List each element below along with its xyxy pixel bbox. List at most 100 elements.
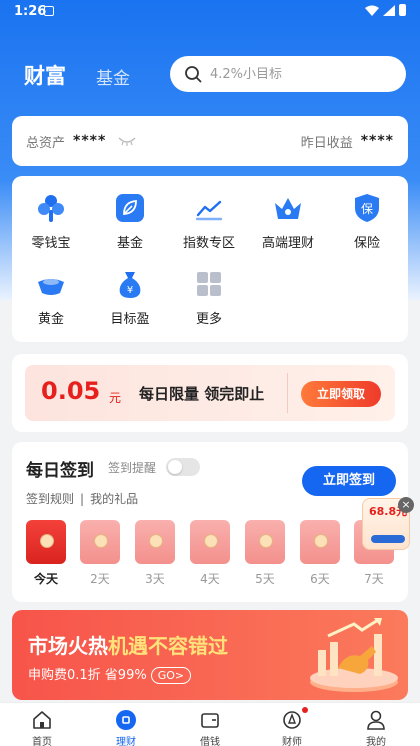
menu-item-label: 零钱宝 [31, 236, 71, 251]
yesterday-label: 昨日收益 [300, 135, 353, 151]
menu-item-label: 目标盈 [110, 312, 150, 327]
tab-borrow[interactable]: 借钱 [180, 709, 240, 746]
red-envelope-icon [80, 520, 120, 564]
bull-chart-illustration [310, 618, 398, 692]
assets-card: 总资产 **** 昨日收益 **** [12, 116, 408, 166]
red-envelope-icon [190, 520, 230, 564]
tab-label: 我的 [366, 737, 386, 746]
banner-go-button[interactable]: GO> [150, 667, 192, 684]
wifi-icon [365, 5, 379, 16]
tab-advisor[interactable]: 财师 [262, 707, 322, 746]
product-menu: 零钱宝 基金 指数专区 高端理财 保 保险 黄金 ¥ 目标盈 更多 [12, 176, 408, 342]
tab-fund[interactable]: 基金 [96, 64, 130, 89]
tab-wealth[interactable]: 财富 [24, 60, 66, 90]
close-icon[interactable]: × [398, 497, 414, 513]
crown-icon [275, 198, 301, 219]
wallet-icon [201, 713, 219, 728]
menu-item-more[interactable]: 更多 [170, 268, 248, 327]
menu-item-label: 更多 [195, 312, 222, 327]
checkin-day: 6天 [300, 520, 340, 587]
clover-icon [38, 195, 64, 222]
checkin-rules-link[interactable]: 签到规则 [26, 492, 74, 506]
shield-icon: 保 [355, 194, 379, 222]
banner-title-highlight: 机遇不容错过 [108, 634, 228, 658]
red-envelope-icon [300, 520, 340, 564]
search-input[interactable] [210, 66, 390, 82]
tab-label: 首页 [32, 737, 52, 746]
svg-text:¥: ¥ [127, 285, 133, 296]
tab-wealth-active[interactable]: 理财 [96, 709, 156, 746]
day-label: 2天 [90, 572, 110, 586]
day-label: 5天 [255, 572, 275, 586]
coupon-text: 每日限量 领完即止 [139, 385, 265, 403]
tab-label: 借钱 [200, 737, 220, 746]
menu-item-label: 保险 [353, 236, 380, 251]
menu-item-label: 基金 [116, 236, 143, 251]
menu-item-premium[interactable]: 高端理财 [249, 192, 327, 251]
menu-item-index[interactable]: 指数专区 [170, 192, 248, 251]
coupon-banner[interactable]: 0.05 元 每日限量 领完即止 立即领取 [25, 365, 395, 421]
banner-subtitle: 申购费0.1折 省99% GO> [28, 664, 192, 684]
red-envelope-icon [245, 520, 285, 564]
menu-item-target[interactable]: ¥ 目标盈 [91, 268, 169, 327]
daily-checkin-card: 每日签到 签到提醒 签到规则 | 我的礼品 立即签到 今天 2天 3天 4天 5天 … [12, 442, 408, 602]
claim-button[interactable]: 立即领取 [301, 381, 381, 407]
tab-home[interactable]: 首页 [12, 709, 72, 746]
grid-icon [197, 272, 221, 296]
bottom-tab-bar: 首页 理财 借钱 财师 我的 [0, 702, 420, 746]
sim-icon [44, 6, 54, 16]
coupon-unit: 元 [109, 391, 122, 405]
tab-label: 财师 [282, 737, 302, 746]
status-bar: 1:26 [0, 0, 420, 22]
checkin-day: 5天 [245, 520, 285, 587]
market-banner[interactable]: 市场火热机遇不容错过 申购费0.1折 省99% GO> [12, 610, 408, 700]
banner-title-main: 市场火热 [28, 634, 108, 658]
checkin-day: 3天 [135, 520, 175, 587]
gold-ingot-icon [38, 279, 64, 295]
day-label: 7天 [364, 572, 384, 586]
menu-item-insurance[interactable]: 保 保险 [328, 192, 406, 251]
checkin-day: 4天 [190, 520, 230, 587]
status-time: 1:26 [14, 4, 47, 19]
day-label: 3天 [145, 572, 165, 586]
battery-icon [399, 4, 406, 16]
red-envelope-icon [135, 520, 175, 564]
coupon-divider [287, 373, 288, 413]
day-label: 6天 [310, 572, 330, 586]
checkin-day: 今天 [26, 520, 66, 587]
link-divider: | [80, 492, 85, 506]
home-icon [33, 711, 51, 729]
wealth-icon [116, 710, 136, 730]
banner-title: 市场火热机遇不容错过 [28, 630, 228, 659]
checkin-button[interactable]: 立即签到 [302, 466, 396, 496]
my-gifts-link[interactable]: 我的礼品 [90, 492, 138, 506]
notification-dot [302, 707, 308, 713]
checkin-reminder-toggle[interactable] [166, 458, 200, 476]
checkin-title: 每日签到 [26, 461, 94, 481]
tab-label: 理财 [116, 737, 136, 746]
header: 财富 基金 [0, 56, 420, 92]
banner-subtitle-text: 申购费0.1折 省99% [28, 668, 147, 683]
promo-card: 0.05 元 每日限量 领完即止 立即领取 [12, 354, 408, 432]
checkin-day: 2天 [80, 520, 120, 587]
menu-item-label: 指数专区 [182, 236, 235, 251]
coupon-amount: 0.05 [41, 377, 101, 405]
checkin-reminder-label: 签到提醒 [108, 461, 157, 475]
menu-item-label: 高端理财 [261, 236, 314, 251]
status-icons [365, 4, 406, 16]
eye-closed-icon[interactable] [118, 136, 136, 146]
tab-profile[interactable]: 我的 [346, 709, 406, 746]
day-label: 今天 [33, 572, 58, 586]
red-envelope-icon [26, 520, 66, 564]
menu-item-lingqianbao[interactable]: 零钱宝 [12, 192, 90, 251]
search-bar[interactable] [170, 56, 406, 92]
search-icon [185, 66, 202, 83]
fund-leaf-icon [116, 194, 144, 222]
line-chart-icon [195, 200, 223, 221]
yesterday-earnings: 昨日收益 **** [301, 132, 394, 151]
menu-item-fund[interactable]: 基金 [91, 192, 169, 251]
day-label: 4天 [200, 572, 220, 586]
svg-text:保: 保 [361, 202, 373, 216]
menu-item-gold[interactable]: 黄金 [12, 268, 90, 327]
yesterday-value: **** [360, 133, 394, 149]
